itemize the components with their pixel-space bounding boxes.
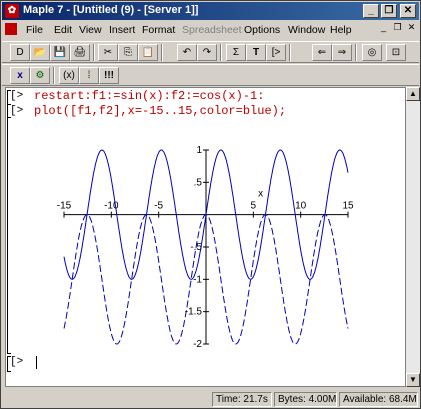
menu-help[interactable]: Help bbox=[330, 24, 352, 36]
back-icon[interactable]: ⇐ bbox=[312, 44, 332, 61]
doc-restore-button[interactable]: ❐ bbox=[391, 22, 404, 34]
plot-output[interactable]: -15 -10 -5 5 10 15 1 .5 -.5 -1 -1.5 -2 x bbox=[56, 142, 356, 352]
minimize-button[interactable]: _ bbox=[363, 4, 379, 18]
zoom-icon[interactable]: ⊡ bbox=[386, 44, 406, 61]
execution-group-bracket[interactable] bbox=[7, 104, 11, 354]
sum-icon[interactable]: Σ bbox=[226, 44, 246, 61]
menu-bar: File Edit View Insert Format Spreadsheet… bbox=[2, 21, 419, 39]
x-tick-label: 10 bbox=[295, 201, 307, 212]
status-bar: Time: 21.7s Bytes: 4.00M Available: 68.4… bbox=[2, 390, 419, 408]
menu-file[interactable]: File bbox=[26, 24, 43, 36]
menu-edit[interactable]: Edit bbox=[54, 24, 72, 36]
insert-prompt-icon[interactable]: [> bbox=[266, 44, 286, 61]
menu-window[interactable]: Window bbox=[288, 24, 325, 36]
maple-logo-icon: ✿ bbox=[5, 4, 19, 18]
main-toolbar: D 📂 💾 🖨 ✂ ⎘ 📋 ↶ ↷ Σ T [> ⇐ ⇒ ◎ ⊡ bbox=[2, 41, 419, 63]
y-tick-label: -1.5 bbox=[185, 307, 203, 318]
y-tick-label: 1 bbox=[196, 145, 202, 156]
status-bytes: Bytes: 4.00M bbox=[274, 392, 337, 407]
plot-axes bbox=[63, 149, 349, 345]
save-icon[interactable]: 💾 bbox=[50, 44, 70, 61]
title-bar: ✿ Maple 7 - [Untitled (9) - [Server 1]] … bbox=[2, 2, 419, 20]
worksheet[interactable]: [> restart:f1:=sin(x):f2:=cos(x)-1: [> p… bbox=[5, 87, 406, 387]
text-mode-icon[interactable]: T bbox=[246, 44, 266, 61]
paste-icon[interactable]: 📋 bbox=[138, 44, 158, 61]
command-line-1[interactable]: restart:f1:=sin(x):f2:=cos(x)-1: bbox=[34, 89, 264, 103]
x-tick-label: -15 bbox=[57, 201, 72, 212]
x-tick-label: -10 bbox=[104, 201, 119, 212]
forward-icon[interactable]: ⇒ bbox=[332, 44, 352, 61]
y-tick-label: -.5 bbox=[190, 242, 202, 253]
scroll-up-icon[interactable]: ▲ bbox=[406, 87, 420, 101]
y-tick-label: .5 bbox=[194, 177, 203, 188]
y-tick-label: -2 bbox=[193, 339, 202, 350]
doc-minimize-button[interactable]: _ bbox=[377, 22, 390, 34]
window-title: Maple 7 - [Untitled (9) - [Server 1]] bbox=[23, 4, 199, 16]
context-toolbar: x ⚙ (x) ⁞ !!! bbox=[2, 64, 419, 86]
toolbar-separator bbox=[220, 44, 222, 61]
separator-toggle-icon[interactable]: ⁞ bbox=[79, 67, 99, 84]
x-tick-label: -5 bbox=[154, 201, 163, 212]
input-prompt: [> bbox=[10, 90, 24, 102]
x-tick-label: 5 bbox=[251, 201, 257, 212]
new-document-icon[interactable]: D bbox=[10, 44, 30, 61]
toolbar-separator bbox=[161, 44, 163, 61]
text-cursor bbox=[36, 356, 37, 369]
menu-options[interactable]: Options bbox=[244, 24, 280, 36]
stop-icon[interactable]: ◎ bbox=[362, 44, 382, 61]
redo-icon[interactable]: ↷ bbox=[197, 44, 217, 61]
copy-icon[interactable]: ⎘ bbox=[118, 44, 138, 61]
execute-icon[interactable]: ⚙ bbox=[30, 67, 50, 84]
print-icon[interactable]: 🖨 bbox=[70, 44, 90, 61]
toolbar-separator bbox=[53, 67, 55, 84]
status-available: Available: 68.4M bbox=[339, 392, 418, 407]
scroll-down-icon[interactable]: ▼ bbox=[406, 373, 420, 387]
command-line-2[interactable]: plot([f1,f2],x=-15..15,color=blue); bbox=[34, 104, 286, 118]
execute-all-icon[interactable]: !!! bbox=[99, 67, 119, 84]
maple-window: ✿ Maple 7 - [Untitled (9) - [Server 1]] … bbox=[0, 0, 421, 409]
status-time: Time: 21.7s bbox=[212, 392, 272, 407]
doc-close-button[interactable]: ✕ bbox=[405, 22, 418, 34]
open-icon[interactable]: 📂 bbox=[30, 44, 50, 61]
close-button[interactable]: ✕ bbox=[400, 4, 416, 18]
undo-icon[interactable]: ↶ bbox=[177, 44, 197, 61]
menu-view[interactable]: View bbox=[79, 24, 102, 36]
expression-icon[interactable]: (x) bbox=[59, 67, 79, 84]
math-input-icon[interactable]: x bbox=[10, 67, 30, 84]
x-tick-label: 15 bbox=[342, 201, 354, 212]
cut-icon[interactable]: ✂ bbox=[98, 44, 118, 61]
toolbar-separator bbox=[289, 44, 291, 61]
input-prompt: [> bbox=[10, 356, 24, 368]
toolbar-separator bbox=[355, 44, 357, 61]
maximize-button[interactable]: ❐ bbox=[381, 4, 397, 18]
menu-format[interactable]: Format bbox=[142, 24, 175, 36]
x-axis-label: x bbox=[258, 189, 263, 200]
menu-insert[interactable]: Insert bbox=[109, 24, 135, 36]
document-icon[interactable] bbox=[5, 23, 17, 35]
y-tick-label: -1 bbox=[193, 274, 202, 285]
vertical-scrollbar[interactable]: ▲ ▼ bbox=[406, 87, 420, 387]
toolbar-separator bbox=[93, 44, 95, 61]
menu-spreadsheet[interactable]: Spreadsheet bbox=[182, 24, 242, 36]
input-prompt: [> bbox=[10, 105, 24, 117]
